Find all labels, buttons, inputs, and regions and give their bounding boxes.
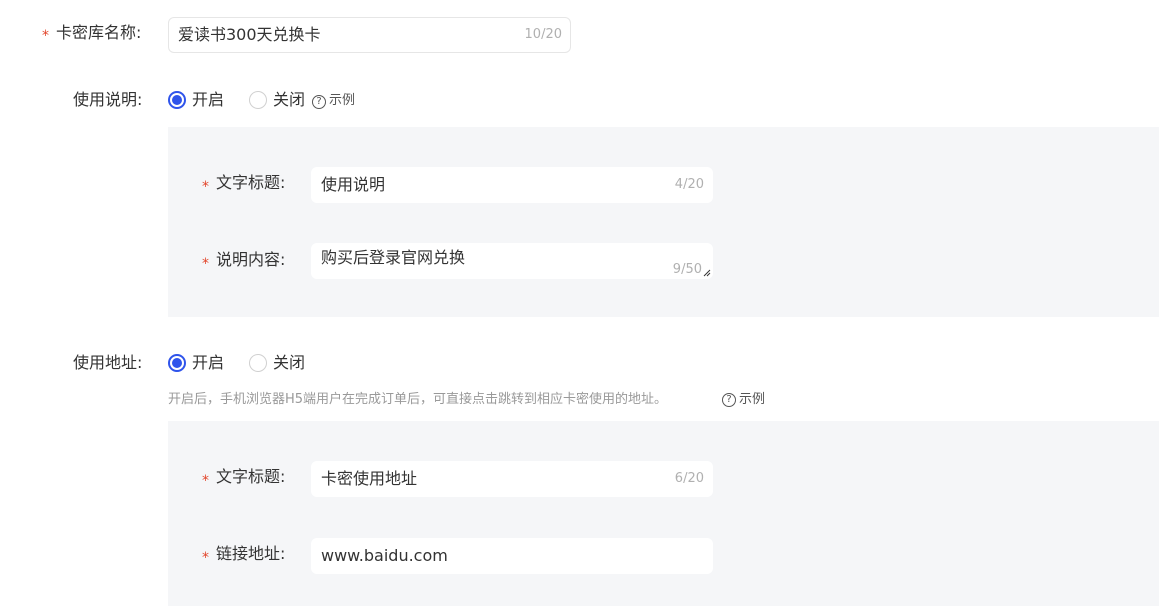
usage-desc-off-radio[interactable] xyxy=(249,91,267,109)
usage-desc-content-label: 说明内容: xyxy=(216,250,286,269)
usage-desc-label: 使用说明: xyxy=(73,90,143,109)
usage-addr-off-label[interactable]: 关闭 xyxy=(273,353,305,373)
required-marker: * xyxy=(202,473,209,489)
question-circle-icon[interactable]: ? xyxy=(312,95,326,109)
usage-addr-example-link[interactable]: 示例 xyxy=(739,392,765,408)
usage-desc-content-textarea[interactable]: 购买后登录官网兑换 9/50 xyxy=(311,243,713,279)
usage-addr-hint: 开启后，手机浏览器H5端用户在完成订单后，可直接点击跳转到相应卡密使用的地址。 xyxy=(168,392,668,407)
required-marker: * xyxy=(202,256,209,272)
usage-addr-label: 使用地址: xyxy=(73,353,143,372)
usage-addr-link-input[interactable]: www.baidu.com xyxy=(311,538,713,574)
usage-addr-title-label: 文字标题: xyxy=(216,467,286,486)
usage-desc-on-label[interactable]: 开启 xyxy=(192,90,224,110)
usage-addr-on-label[interactable]: 开启 xyxy=(192,353,224,373)
required-marker: * xyxy=(202,550,209,566)
usage-addr-title-value: 卡密使用地址 xyxy=(321,469,418,488)
char-count: 6/20 xyxy=(674,471,704,486)
usage-desc-on-radio[interactable] xyxy=(168,91,186,109)
usage-desc-content-value: 购买后登录官网兑换 xyxy=(321,248,466,267)
card-library-name-value: 爱读书300天兑换卡 xyxy=(178,25,321,44)
usage-addr-link-value: www.baidu.com xyxy=(321,546,448,565)
char-count: 9/50 xyxy=(672,262,702,277)
usage-addr-link-label: 链接地址: xyxy=(216,544,286,563)
card-library-name-input[interactable]: 爱读书300天兑换卡 10/20 xyxy=(168,17,571,53)
usage-desc-off-label[interactable]: 关闭 xyxy=(273,90,305,110)
char-count: 10/20 xyxy=(524,27,562,42)
usage-desc-example-link[interactable]: 示例 xyxy=(329,93,355,109)
usage-addr-off-radio[interactable] xyxy=(249,354,267,372)
usage-addr-on-radio[interactable] xyxy=(168,354,186,372)
usage-desc-title-input[interactable]: 使用说明 4/20 xyxy=(311,167,713,203)
required-marker: * xyxy=(202,179,209,195)
char-count: 4/20 xyxy=(674,177,704,192)
usage-desc-title-label: 文字标题: xyxy=(216,173,286,192)
question-circle-icon[interactable]: ? xyxy=(722,393,736,407)
required-marker: * xyxy=(42,28,49,44)
usage-addr-panel xyxy=(168,421,1159,606)
card-library-name-label: 卡密库名称: xyxy=(56,23,142,42)
resize-handle-icon[interactable] xyxy=(703,269,711,277)
usage-addr-title-input[interactable]: 卡密使用地址 6/20 xyxy=(311,461,713,497)
usage-desc-panel xyxy=(168,127,1159,317)
usage-desc-title-value: 使用说明 xyxy=(321,175,386,194)
